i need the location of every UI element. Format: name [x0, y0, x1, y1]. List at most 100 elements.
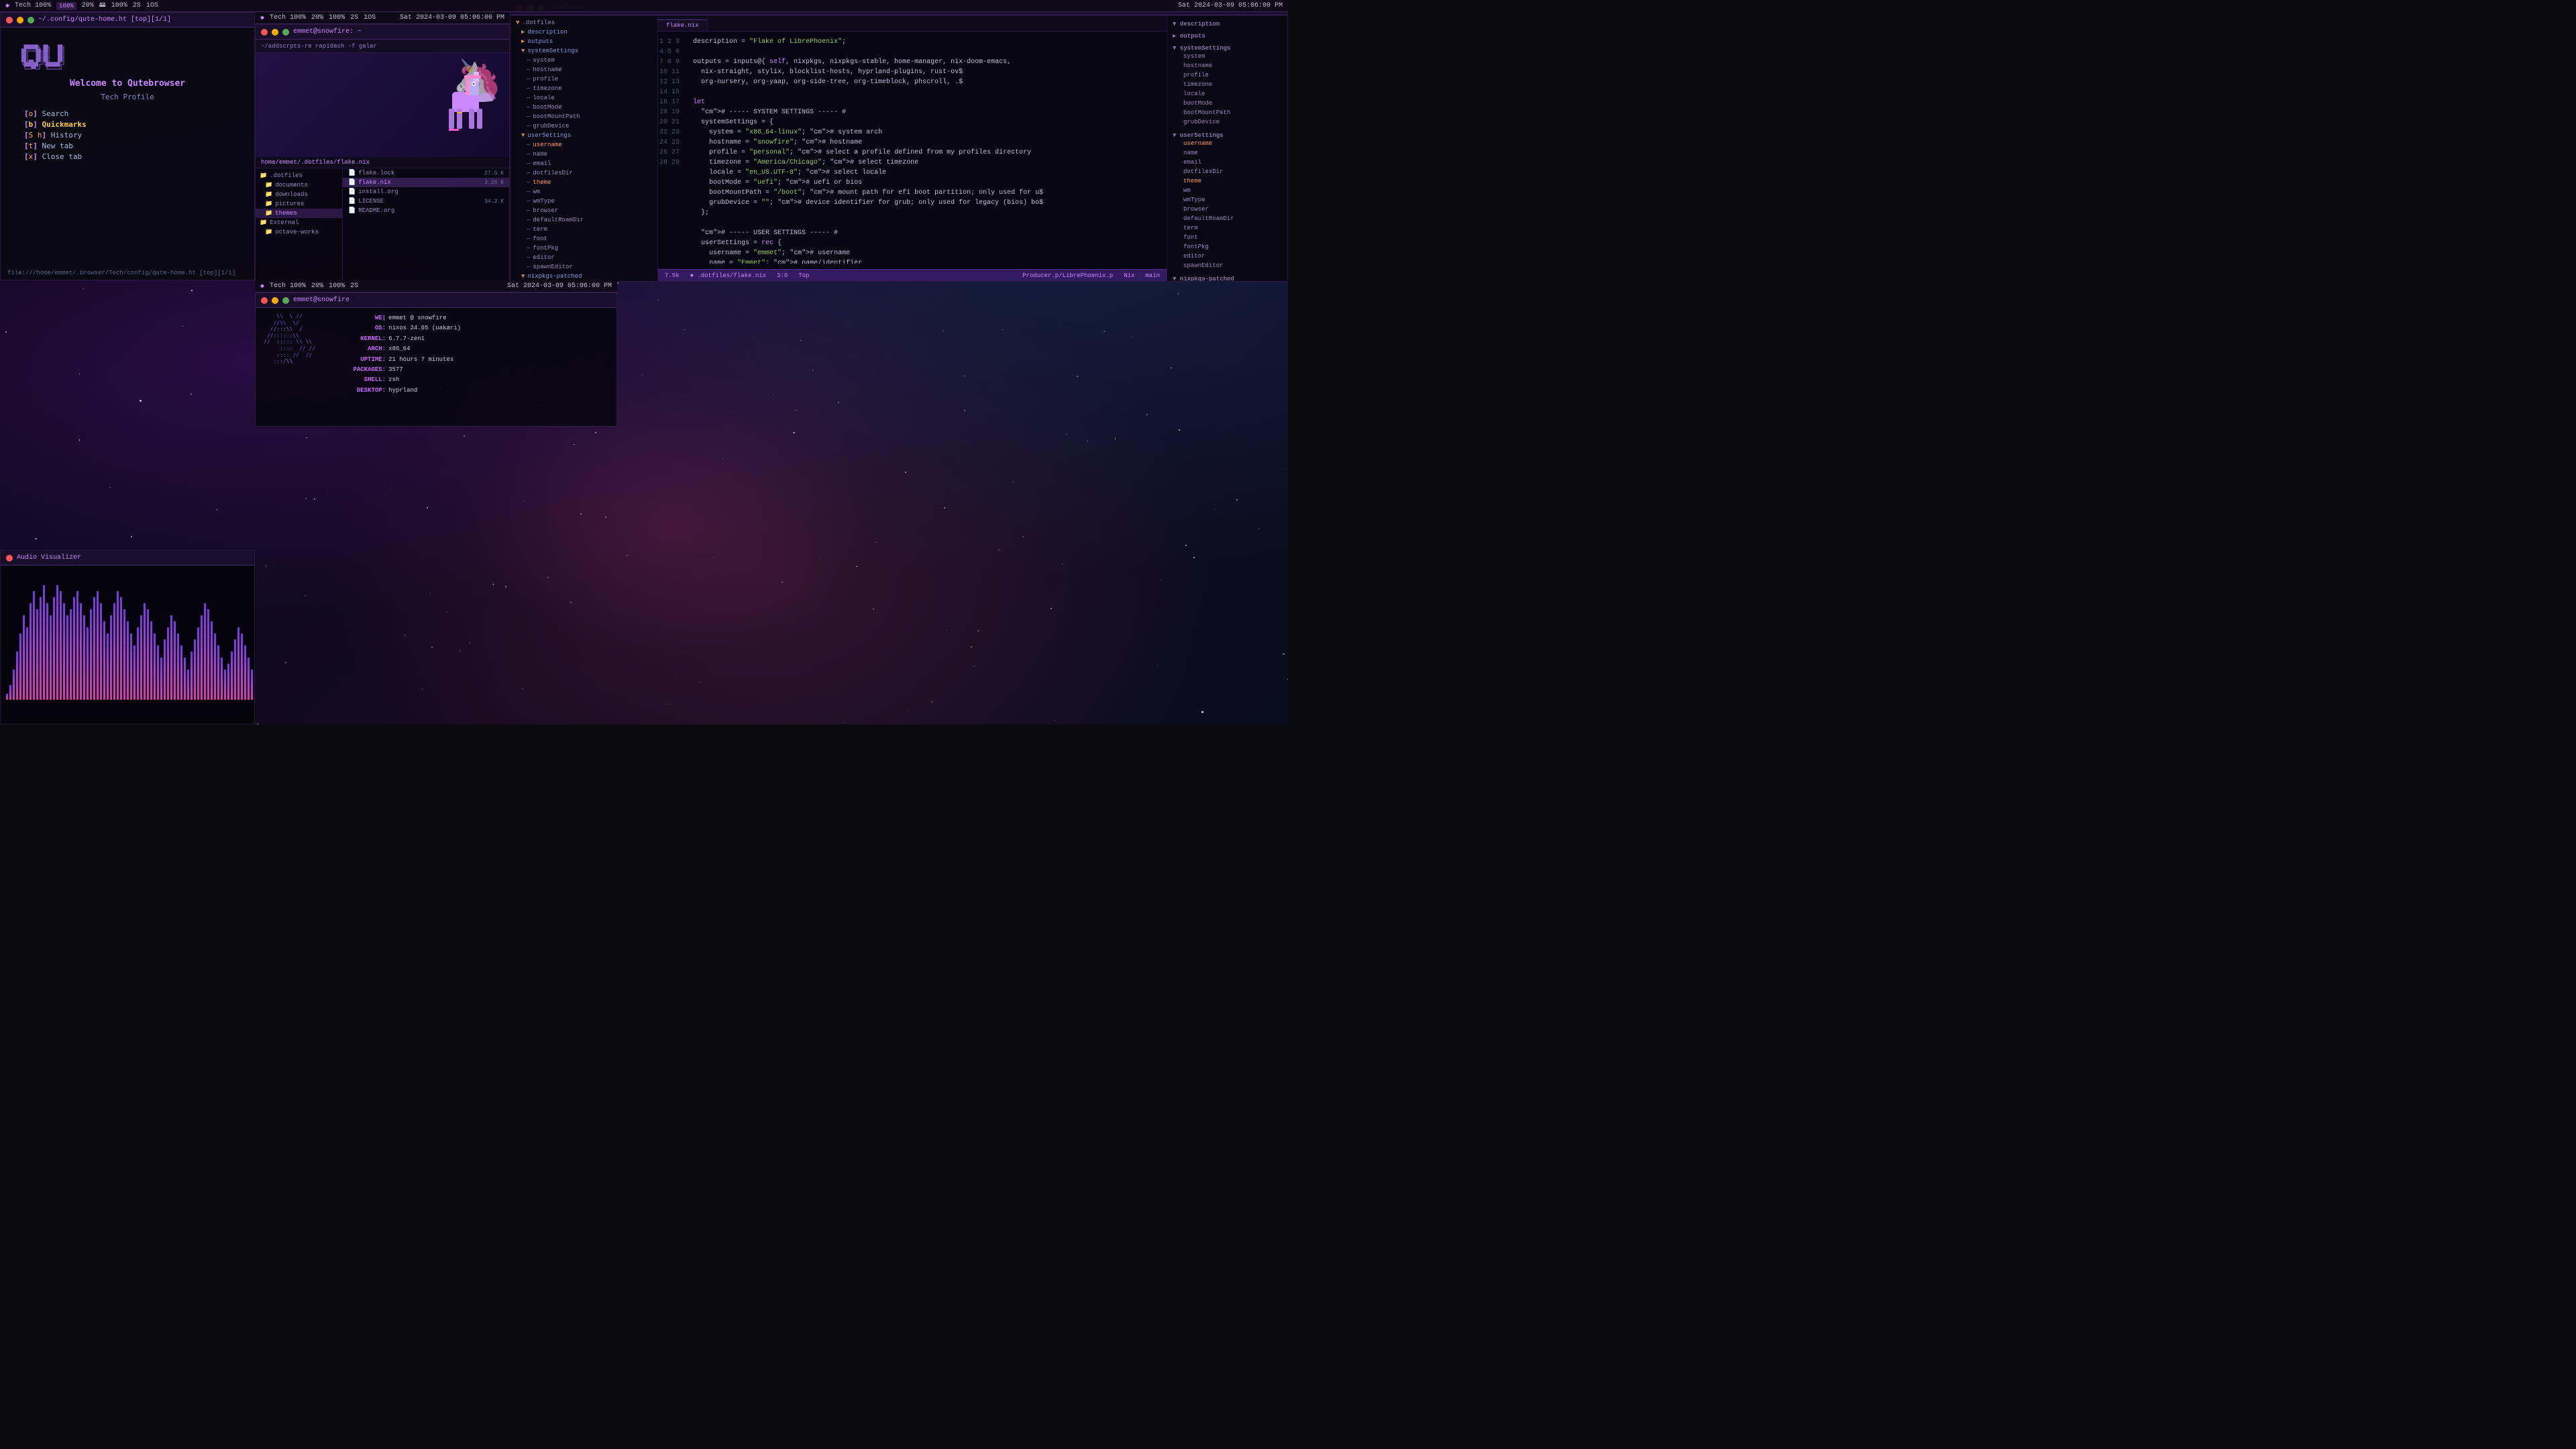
editor-sidebar-item-font[interactable]: —font	[511, 234, 657, 244]
editor-right-item-browser[interactable]: browser	[1173, 205, 1282, 214]
editor-right-item-fontPkg[interactable]: fontPkg	[1173, 242, 1282, 252]
browser-close-btn[interactable]	[6, 17, 13, 23]
neofetch-val-de: hyprland	[388, 386, 417, 395]
editor-right-label[interactable]: ▼ userSettings	[1173, 132, 1282, 139]
editor-right-label[interactable]: ▼ systemSettings	[1173, 45, 1282, 52]
editor-sidebar-item-name[interactable]: —name	[511, 150, 657, 159]
editor-right-section[interactable]: ▼ description	[1167, 18, 1287, 30]
editor-right-section[interactable]: ▶ outputs	[1167, 30, 1287, 42]
editor-right-section[interactable]: ▼ systemSettingssystemhostnameprofiletim…	[1167, 42, 1287, 129]
editor-right-item-bootMode[interactable]: bootMode	[1173, 99, 1282, 108]
editor-right-item-email[interactable]: email	[1173, 158, 1282, 167]
editor-sidebar-item-bootMountPath[interactable]: —bootMountPath	[511, 112, 657, 121]
vis-bar-item	[204, 603, 206, 700]
editor-sidebar-item-email[interactable]: —email	[511, 159, 657, 168]
editor-right-item-grubDevice[interactable]: grubDevice	[1173, 117, 1282, 127]
editor-right-item-name[interactable]: name	[1173, 148, 1282, 158]
editor-sidebar-section-description[interactable]: ▶description	[511, 28, 657, 37]
fileman-max-btn[interactable]	[282, 29, 289, 36]
editor-sidebar-section-userSettings[interactable]: ▼userSettings	[511, 131, 657, 140]
editor-sidebar-item-grubDevice[interactable]: —grubDevice	[511, 121, 657, 131]
editor-sidebar-root[interactable]: ▼.dotfiles	[511, 18, 657, 28]
editor-sidebar-section-systemSettings[interactable]: ▼systemSettings	[511, 46, 657, 56]
editor-sidebar-item-term[interactable]: —term	[511, 225, 657, 234]
editor-sidebar-item-system[interactable]: —system	[511, 56, 657, 65]
fileman-file-item[interactable]: 📄README.org	[343, 206, 509, 215]
editor-sidebar-item-wm[interactable]: —wm	[511, 187, 657, 197]
editor-right-section[interactable]: ▼ nixpkgs-patchedsystemnamesrcpatches	[1167, 273, 1287, 281]
editor-filepath: ● .dotfiles/flake.nix	[690, 272, 766, 279]
editor-right-item-term[interactable]: term	[1173, 223, 1282, 233]
editor-sidebar-item-profile[interactable]: —profile	[511, 74, 657, 84]
editor-right-item-dotfilesDir[interactable]: dotfilesDir	[1173, 167, 1282, 176]
editor-right-item-defaultRoamDir[interactable]: defaultRoamDir	[1173, 214, 1282, 223]
vis-bar-item	[224, 669, 226, 700]
vis-bar-item	[87, 627, 89, 700]
editor-right-section[interactable]: ▼ userSettingsusernamenameemaildotfilesD…	[1167, 129, 1287, 273]
editor-sidebar-item-dotfilesDir[interactable]: —dotfilesDir	[511, 168, 657, 178]
browser-max-btn[interactable]	[28, 17, 34, 23]
editor-right-label[interactable]: ▶ outputs	[1173, 33, 1282, 40]
editor-sidebar-item-username[interactable]: —username	[511, 140, 657, 150]
fileman-tree-item[interactable]: 📁pictures	[256, 199, 342, 209]
browser-link-item[interactable]: [t] New tab	[14, 142, 241, 150]
fileman-tree-item[interactable]: 📁octave-works	[256, 227, 342, 237]
editor-sidebar-item-timezone[interactable]: —timezone	[511, 84, 657, 93]
editor-right-label[interactable]: ▼ nixpkgs-patched	[1173, 276, 1282, 281]
editor-sidebar-item-theme[interactable]: —theme	[511, 178, 657, 187]
editor-sidebar-item-hostname[interactable]: —hostname	[511, 65, 657, 74]
editor-right-item-wmType[interactable]: wmType	[1173, 195, 1282, 205]
browser-link-item[interactable]: [x] Close tab	[14, 152, 241, 161]
editor-sidebar-section-nixpkgs-patched[interactable]: ▼nixpkgs-patched	[511, 272, 657, 281]
editor-right-item-editor[interactable]: editor	[1173, 252, 1282, 261]
editor-right-item-font[interactable]: font	[1173, 233, 1282, 242]
browser-min-btn[interactable]	[17, 17, 23, 23]
editor-sidebar-item-locale[interactable]: —locale	[511, 93, 657, 103]
editor-right-item-locale[interactable]: locale	[1173, 89, 1282, 99]
neofetch-min-btn[interactable]	[272, 297, 278, 304]
browser-link-item[interactable]: [o] Search	[14, 109, 241, 118]
vis-bar-item	[83, 615, 85, 700]
editor-right-item-username[interactable]: username	[1173, 139, 1282, 148]
neofetch-close-btn[interactable]	[261, 297, 268, 304]
editor-sidebar-item-defaultRoamDir[interactable]: —defaultRoamDir	[511, 215, 657, 225]
fileman-file-item[interactable]: 📄install.org	[343, 187, 509, 197]
editor-right-label[interactable]: ▼ description	[1173, 21, 1282, 28]
fileman-file-item[interactable]: 📄flake.lock27.5 K	[343, 168, 509, 178]
fileman-tree-item[interactable]: 📁.dotfiles	[256, 171, 342, 180]
editor-right-item-system[interactable]: system	[1173, 52, 1282, 61]
fileman-tree-item[interactable]: 📁documents	[256, 180, 342, 190]
editor-right-item-hostname[interactable]: hostname	[1173, 61, 1282, 70]
fileman-min-btn[interactable]	[272, 29, 278, 36]
fileman-tree-item[interactable]: 📁External	[256, 218, 342, 227]
visualizer-close-btn[interactable]	[6, 555, 13, 561]
neofetch-val-sh: zsh	[388, 375, 399, 384]
editor-sidebar-item-spawnEditor[interactable]: —spawnEditor	[511, 262, 657, 272]
fileman-tree-item[interactable]: 📁themes	[256, 209, 342, 218]
editor-tab-flake[interactable]: flake.nix	[658, 19, 708, 31]
editor-right-item-spawnEditor[interactable]: spawnEditor	[1173, 261, 1282, 270]
editor-right-item-timezone[interactable]: timezone	[1173, 80, 1282, 89]
neofetch-max-btn[interactable]	[282, 297, 289, 304]
editor-code-text[interactable]: description = "Flake of LibrePhoenix"; o…	[685, 37, 1167, 264]
editor-right-item-theme[interactable]: theme	[1173, 176, 1282, 186]
editor-sidebar-item-fontPkg[interactable]: —fontPkg	[511, 244, 657, 253]
browser-link-item[interactable]: [S h] History	[14, 131, 241, 140]
fileman-file-item[interactable]: 📄LICENSE34.2 K	[343, 197, 509, 206]
editor-sidebar-item-wmType[interactable]: —wmType	[511, 197, 657, 206]
fileman-tree-item[interactable]: 📁downloads	[256, 190, 342, 199]
fileman-file-item[interactable]: 📄flake.nix2.26 K	[343, 178, 509, 187]
editor-code-area[interactable]: 1 2 3 4 5 6 7 8 9 10 11 12 13 14 15 16 1…	[658, 32, 1167, 269]
editor-sidebar-item-bootMode[interactable]: —bootMode	[511, 103, 657, 112]
editor-right-item-profile[interactable]: profile	[1173, 70, 1282, 80]
browser-link-item[interactable]: [b] Quickmarks	[14, 120, 241, 129]
editor-sidebar-item-editor[interactable]: —editor	[511, 253, 657, 262]
editor-sidebar-item-browser[interactable]: —browser	[511, 206, 657, 215]
vis-bar-item	[66, 615, 68, 700]
fileman-close-btn[interactable]	[261, 29, 268, 36]
editor-sidebar-section-outputs[interactable]: ▶outputs	[511, 37, 657, 46]
topbar2: ◆ Tech 100% 20% 100% 2S 1OS Sat 2024-03-…	[255, 12, 510, 24]
editor-right-item-bootMountPath[interactable]: bootMountPath	[1173, 108, 1282, 117]
neofetch-key-ar: ARCH:	[329, 344, 386, 354]
editor-right-item-wm[interactable]: wm	[1173, 186, 1282, 195]
